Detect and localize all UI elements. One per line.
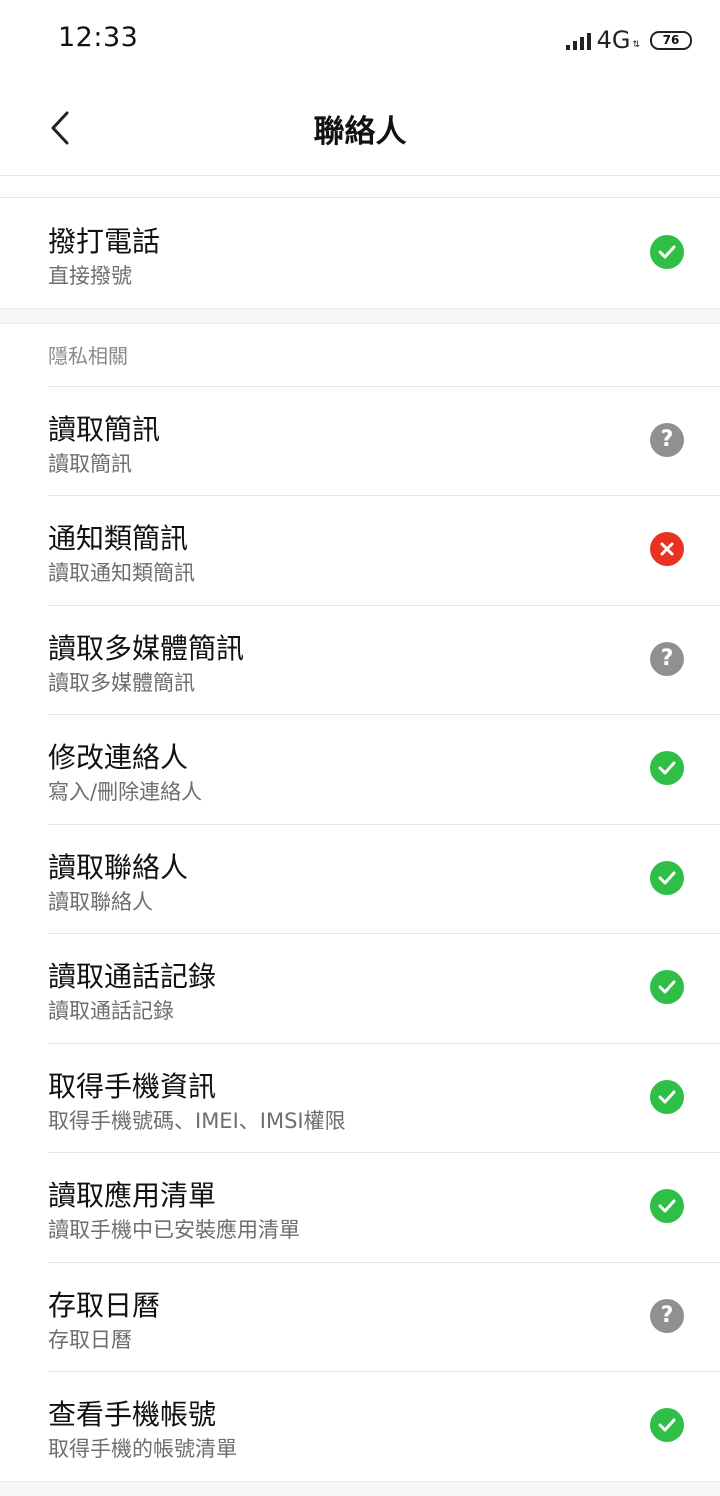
permission-title: 取得手機資訊 [48,1069,217,1103]
permission-title: 讀取應用清單 [48,1179,217,1212]
permission-row[interactable]: 讀取簡訊 讀取簡訊? [0,385,720,495]
permission-row[interactable]: 讀取聯絡人 讀取聯絡人 [0,823,720,933]
permission-title: 讀取通話記錄 [48,960,217,993]
permission-subtitle: 讀取通話記錄 [48,999,174,1023]
permission-row[interactable]: 通知類簡訊讀取通知類簡訊 [0,495,720,605]
permission-subtitle: 取得手機的帳號清單 [48,1437,237,1461]
permission-list: 撥打電話 直接撥號 隱私相關 讀取簡訊 讀取簡訊? 通知類簡訊 讀取通知類簡訊 讀取多媒… [0,176,720,1496]
battery-icon: 76 [650,30,692,50]
permission-title: 讀取簡訊 [48,412,161,446]
permission-subtitle: 寫入/刪除連絡人 [48,780,203,804]
allowed-check-icon[interactable] [650,1408,684,1442]
permission-title: 修改連絡人 [48,741,189,774]
battery-level: 76 [662,33,680,47]
allowed-check-icon[interactable] [650,970,684,1004]
permission-subtitle: 取得手機號碼、IMEI、IMSI權限 [48,1108,346,1133]
section-header-privacy: 隱私相關 [0,323,720,386]
permission-subtitle: 讀取多媒體簡訊 [48,670,195,695]
permission-row[interactable]: 讀取通話記錄 讀取通話記錄 [0,933,720,1043]
signal-icon [565,30,591,50]
app-header: 聯絡人 [0,80,720,176]
status-bar: 12:33 4G ⇅ 76 [0,0,720,80]
denied-cross-icon[interactable] [650,532,684,566]
permission-title: 查看手機帳號 [48,1398,217,1431]
permission-title: 通知類簡訊 [48,522,189,555]
privacy-permission-rows: 讀取簡訊 讀取簡訊? 通知類簡訊 讀取通知類簡訊 讀取多媒體簡訊 讀取多媒體簡訊? 修改連絡… [0,385,720,1481]
permission-title: 撥打電話 [48,225,161,258]
permission-row[interactable]: 存取日曆 存取日曆? [0,1261,720,1371]
divider [0,176,720,198]
permission-row-phone-call[interactable]: 撥打電話 直接撥號 [0,198,720,308]
permission-row[interactable]: 取得手機資訊取得手機號碼、IMEI、IMSI權限 [0,1042,720,1152]
allowed-check-icon[interactable] [650,1189,684,1223]
ask-question-icon[interactable]: ? [650,422,684,457]
allowed-check-icon[interactable] [650,235,684,269]
permission-subtitle: 讀取簡訊 [48,451,132,476]
network-type: 4G [596,26,631,54]
allowed-check-icon[interactable] [650,860,684,895]
permission-row[interactable]: 查看手機帳號取得手機的帳號清單 [0,1371,720,1481]
status-time: 12:33 [58,22,139,53]
status-indicators: 4G ⇅ 76 [565,26,692,54]
screen: 12:33 4G ⇅ 76 聯絡人 撥打電話 直接撥號 隱私相關 讀取簡訊 讀取… [0,0,720,1496]
allowed-check-icon[interactable] [650,751,684,785]
permission-row[interactable]: 讀取多媒體簡訊 讀取多媒體簡訊? [0,604,720,714]
section-divider [0,1480,720,1496]
permission-row[interactable]: 修改連絡人寫入/刪除連絡人 [0,714,720,824]
permission-title: 讀取多媒體簡訊 [48,631,245,665]
ask-question-icon[interactable]: ? [650,641,684,676]
permission-title: 存取日曆 [48,1288,161,1322]
ask-question-icon[interactable]: ? [650,1298,684,1333]
permission-subtitle: 讀取手機中已安裝應用清單 [48,1218,300,1242]
section-divider [0,307,720,324]
permission-subtitle: 存取日曆 [48,1327,132,1352]
permission-subtitle: 直接撥號 [48,264,132,288]
page-title: 聯絡人 [313,114,407,150]
permission-row[interactable]: 讀取應用清單讀取手機中已安裝應用清單 [0,1152,720,1262]
permission-title: 讀取聯絡人 [48,850,189,884]
allowed-check-icon[interactable] [650,1079,684,1114]
permission-subtitle: 讀取聯絡人 [48,889,153,914]
data-activity-icon: ⇅ [632,40,640,50]
permission-subtitle: 讀取通知類簡訊 [48,561,195,585]
